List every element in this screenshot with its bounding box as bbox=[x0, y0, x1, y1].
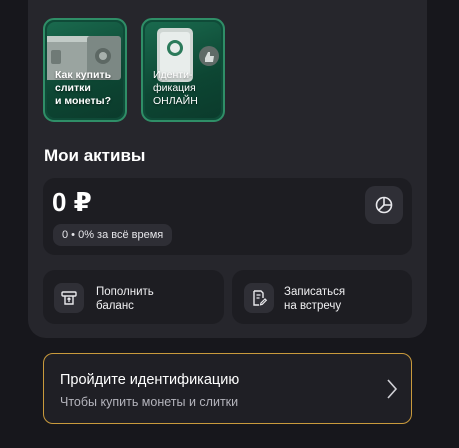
document-pen-icon bbox=[253, 290, 268, 306]
balance-change-badge: 0 • 0% за всё время bbox=[53, 224, 173, 246]
story-online-identification-image: Иденти- фикация ОНЛАЙН bbox=[145, 22, 221, 118]
identification-card[interactable]: Пройдите идентификацию Чтобы купить моне… bbox=[43, 353, 412, 424]
wallet-topup-icon bbox=[61, 291, 77, 305]
meeting-icon-box bbox=[244, 283, 274, 313]
identification-subtitle: Чтобы купить монеты и слитки bbox=[60, 395, 239, 409]
pie-chart-icon bbox=[375, 196, 393, 214]
story-how-to-buy[interactable]: Как купить слитки и монеты? bbox=[43, 18, 127, 122]
chevron-right-icon bbox=[387, 379, 398, 399]
meeting-label: Записаться на встречу bbox=[284, 286, 346, 312]
story-online-identification-label: Иденти- фикация ОНЛАЙН bbox=[153, 69, 198, 107]
topup-icon-box bbox=[54, 283, 84, 313]
story-how-to-buy-image: Как купить слитки и монеты? bbox=[47, 22, 123, 118]
topup-label: Пополнить баланс bbox=[96, 286, 154, 312]
story-online-identification[interactable]: Иденти- фикация ОНЛАЙН bbox=[141, 18, 225, 122]
analytics-button[interactable] bbox=[365, 186, 403, 224]
identification-title: Пройдите идентификацию bbox=[60, 372, 240, 388]
balance-value: 0 ₽ bbox=[52, 187, 92, 217]
assets-title: Мои активы bbox=[44, 146, 146, 165]
story-how-to-buy-label: Как купить слитки и монеты? bbox=[55, 69, 112, 107]
